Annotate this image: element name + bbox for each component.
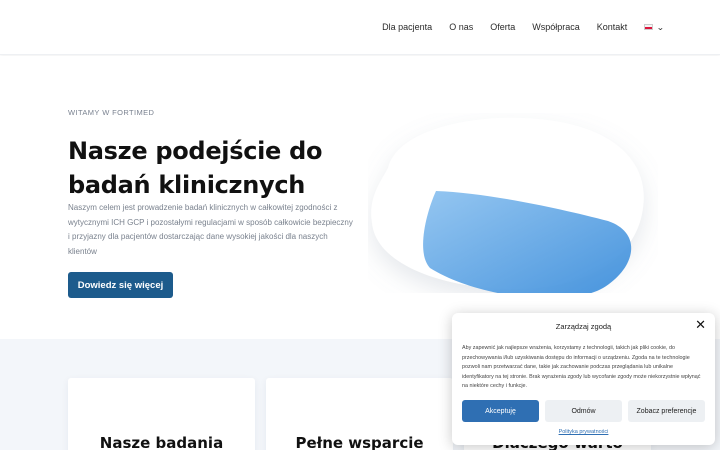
main-nav: Dla pacjenta O nas Oferta Współpraca Kon… [382, 22, 665, 32]
cookie-consent-dialog: Zarządzaj zgodą ✕ Aby zapewnić jak najle… [452, 313, 715, 445]
hero-title-line2: badań klinicznych [68, 171, 306, 199]
nav-item-kontakt[interactable]: Kontakt [597, 22, 628, 32]
privacy-policy-link[interactable]: Polityka prywatności [452, 429, 715, 435]
feature-card-support[interactable]: Pełne wsparcie [266, 378, 453, 450]
hero-title-line1: Nasze podejście do [68, 137, 323, 165]
accept-cookies-button[interactable]: Akceptuję [462, 400, 539, 422]
poland-flag-icon [644, 24, 654, 30]
hero-eyebrow: WITAMY W FORTIMED [68, 108, 155, 117]
view-preferences-button[interactable]: Zobacz preferencje [628, 400, 705, 422]
close-icon[interactable]: ✕ [695, 319, 706, 332]
learn-more-button[interactable]: Dowiedz się więcej [68, 272, 173, 298]
feature-card-title: Nasze badania [99, 434, 224, 450]
hero-illustration [371, 117, 644, 293]
nav-item-dla-pacjenta[interactable]: Dla pacjenta [382, 22, 432, 32]
nav-item-o-nas[interactable]: O nas [449, 22, 473, 32]
feature-card-title: Pełne wsparcie [295, 434, 424, 450]
nav-item-wspolpraca[interactable]: Współpraca [532, 22, 580, 32]
cookie-dialog-text: Aby zapewnić jak najlepsze wrażenia, kor… [462, 345, 701, 390]
deny-cookies-button[interactable]: Odmów [545, 400, 622, 422]
language-switcher[interactable]: ⌄ [644, 22, 665, 32]
feature-card-research[interactable]: Nasze badania [68, 378, 255, 450]
nav-item-oferta[interactable]: Oferta [490, 22, 515, 32]
hero-title: Nasze podejście do badań klinicznych [68, 134, 368, 202]
site-header: Dla pacjenta O nas Oferta Współpraca Kon… [0, 0, 720, 55]
hero-lead: Naszym celem jest prowadzenie badań klin… [68, 203, 353, 256]
chevron-down-icon: ⌄ [656, 22, 665, 32]
cookie-dialog-title: Zarządzaj zgodą [555, 322, 612, 331]
